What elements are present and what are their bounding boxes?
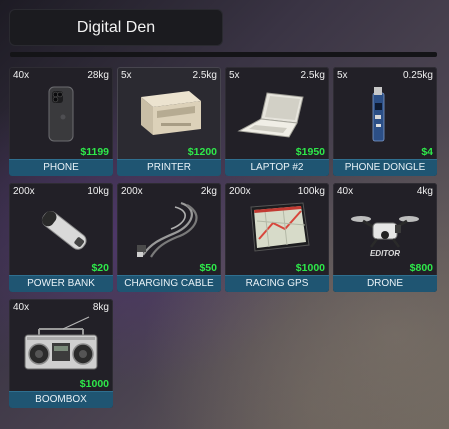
item-weight: 28kg <box>87 70 109 81</box>
power-bank-icon <box>9 199 113 261</box>
item-price: $1200 <box>187 146 217 158</box>
phone-dongle-icon <box>333 83 437 145</box>
item-price: $20 <box>91 262 109 274</box>
item-weight: 2kg <box>200 186 217 197</box>
item-price: $1950 <box>295 146 325 158</box>
item-quantity: 40x <box>337 186 354 197</box>
item-weight: 8kg <box>92 302 109 313</box>
item-weight: 100kg <box>297 186 325 197</box>
item-slot-printer[interactable]: 5x 2.5kg $1200 PRINTER <box>117 67 221 176</box>
item-quantity: 200x <box>121 186 143 197</box>
item-label: BOOMBOX <box>9 391 113 408</box>
item-slot-power-bank[interactable]: 200x 10kg $20 POWER BANK <box>9 183 113 292</box>
item-label: CHARGING CABLE <box>117 275 221 292</box>
item-weight: 2.5kg <box>192 70 217 81</box>
shop-panel: Digital Den 40x 28kg $1199 PHONE 5x 2.5k… <box>0 0 449 429</box>
laptop-icon <box>225 83 329 145</box>
item-price: $1000 <box>295 262 325 274</box>
item-weight: 2.5kg <box>300 70 325 81</box>
charging-cable-icon <box>117 199 221 261</box>
item-label: LAPTOP #2 <box>225 159 329 176</box>
item-weight: 0.25kg <box>402 70 433 81</box>
shop-title: Digital Den <box>10 10 222 45</box>
item-label: RACING GPS <box>225 275 329 292</box>
item-slot-laptop[interactable]: 5x 2.5kg $1950 LAPTOP #2 <box>225 67 329 176</box>
item-price: $50 <box>199 262 217 274</box>
item-quantity: 5x <box>121 70 132 81</box>
item-slot-drone[interactable]: 40x 4kg EDITOR $800 DRONE <box>333 183 437 292</box>
item-price: $4 <box>421 146 433 158</box>
header-divider <box>10 52 437 57</box>
item-quantity: 5x <box>229 70 240 81</box>
item-quantity: 200x <box>229 186 251 197</box>
item-price: $800 <box>409 262 433 274</box>
drone-icon: EDITOR <box>333 199 437 261</box>
item-weight: 10kg <box>87 186 109 197</box>
item-slot-charging-cable[interactable]: 200x 2kg $50 CHARGING CABLE <box>117 183 221 292</box>
item-weight: 4kg <box>416 186 433 197</box>
item-price: $1000 <box>79 378 109 390</box>
item-quantity: 200x <box>13 186 35 197</box>
item-slot-phone[interactable]: 40x 28kg $1199 PHONE <box>9 67 113 176</box>
item-quantity: 40x <box>13 302 30 313</box>
image-caption: EDITOR <box>370 249 400 258</box>
item-price: $1199 <box>80 146 109 158</box>
phone-icon <box>9 83 113 145</box>
boombox-icon <box>9 315 113 377</box>
item-quantity: 5x <box>337 70 348 81</box>
item-label: PHONE <box>9 159 113 176</box>
gps-icon <box>225 199 329 261</box>
item-quantity: 40x <box>13 70 30 81</box>
item-label: POWER BANK <box>9 275 113 292</box>
item-slot-racing-gps[interactable]: 200x 100kg $1000 RACING GPS <box>225 183 329 292</box>
printer-icon <box>117 83 221 145</box>
item-slot-boombox[interactable]: 40x 8kg $1000 BOOMBOX <box>9 299 113 408</box>
item-label: DRONE <box>333 275 437 292</box>
item-slot-phone-dongle[interactable]: 5x 0.25kg $4 PHONE DONGLE <box>333 67 437 176</box>
item-label: PRINTER <box>117 159 221 176</box>
item-label: PHONE DONGLE <box>333 159 437 176</box>
